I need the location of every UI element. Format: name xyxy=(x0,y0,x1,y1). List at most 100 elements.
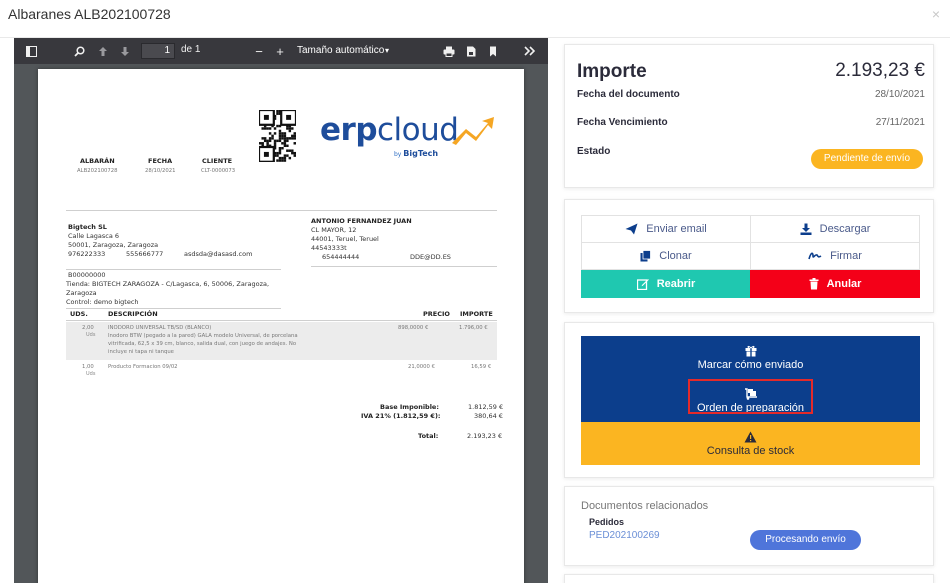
related-order-link[interactable]: PED202100269 xyxy=(589,530,660,541)
signature-icon xyxy=(808,252,822,260)
logo-cloud-text: cloud xyxy=(377,112,459,148)
line-importe: 1.796,00 € xyxy=(459,325,488,331)
next-card xyxy=(564,574,934,583)
arrow-down-icon[interactable] xyxy=(118,43,132,59)
emisor-city: 50001, Zaragoza, Zaragoza xyxy=(68,241,159,249)
sidebar-toggle-icon[interactable] xyxy=(24,43,38,59)
line-unit: Uds xyxy=(86,332,96,338)
trash-icon xyxy=(809,278,819,290)
logo-arrow-icon xyxy=(452,117,494,145)
cancel-button[interactable]: Anular xyxy=(750,270,920,298)
base-value: 1.812,59 € xyxy=(468,403,504,411)
cliente-nif: 44543333t xyxy=(311,244,347,252)
zoom-in-button[interactable]: + xyxy=(273,43,287,59)
related-group-label: Pedidos xyxy=(589,517,625,527)
related-docs-title: Documentos relacionados xyxy=(581,500,709,512)
cancel-label: Anular xyxy=(826,278,862,290)
fecha-documento-label: Fecha del documento xyxy=(577,89,680,100)
summary-card: Importe 2.193,23 € Fecha del documento 2… xyxy=(564,44,934,188)
logo-by-text: by xyxy=(394,151,402,158)
qr-code-icon xyxy=(259,110,296,162)
fecha-documento-value: 28/10/2021 xyxy=(874,89,925,100)
emisor-name: Bigtech SL xyxy=(68,223,107,231)
line-importe: 16,59 € xyxy=(471,364,492,370)
importe-total: 2.193,23 € xyxy=(835,60,925,81)
erpcloud-logo: erpcloud xyxy=(320,112,459,148)
close-icon[interactable]: × xyxy=(932,6,940,22)
lines-col-desc: DESCRIPCIÓN xyxy=(108,310,158,318)
logo-bigtech-text: BigTech xyxy=(403,149,439,158)
process-card: Marcar cómo enviado Orden de preparación… xyxy=(564,322,934,478)
doc-albaran-number: ALB202100728 xyxy=(77,168,118,174)
line-precio: 21,0000 € xyxy=(408,364,435,370)
paper-plane-icon xyxy=(625,223,638,235)
print-icon[interactable] xyxy=(442,43,456,59)
fecha-vencimiento-value: 27/11/2021 xyxy=(875,117,925,128)
save-icon[interactable] xyxy=(464,43,478,59)
lines-col-uds: UDS. xyxy=(70,310,88,318)
zoom-select-value: Tamaño automático xyxy=(297,45,385,56)
download-icon xyxy=(800,223,812,235)
download-label: Descargar xyxy=(819,223,871,235)
line-unit: Uds xyxy=(86,371,96,377)
cliente-street: CL MAYOR, 12 xyxy=(311,226,357,234)
emisor-tienda-city: Zaragoza xyxy=(66,289,97,297)
iva-label: IVA 21% (1.812,59 €): xyxy=(361,412,441,420)
search-icon[interactable] xyxy=(72,43,86,59)
divider xyxy=(66,210,497,211)
divider xyxy=(311,266,497,267)
double-chevron-right-icon[interactable] xyxy=(522,43,536,59)
modal-title: Albaranes ALB202100728 xyxy=(8,6,171,22)
zoom-out-button[interactable]: − xyxy=(252,43,266,59)
clone-label: Clonar xyxy=(659,250,692,262)
emisor-cif: B00000000 xyxy=(68,271,106,279)
download-button[interactable]: Descargar xyxy=(750,215,920,243)
fecha-vencimiento-label: Fecha Vencimiento xyxy=(577,117,668,128)
line-desc: incluye ni tapa ni tanque xyxy=(108,349,174,355)
doc-fecha: 28/10/2021 xyxy=(145,168,176,174)
iva-value: 380,64 € xyxy=(474,412,503,420)
mark-sent-button[interactable]: Marcar cómo enviado xyxy=(581,336,920,379)
page-count: de 1 xyxy=(181,44,201,55)
cliente-email: DDE@DD.ES xyxy=(410,253,451,261)
status-badge: Pendiente de envío xyxy=(811,149,923,169)
arrow-up-icon[interactable] xyxy=(96,43,110,59)
divider xyxy=(66,269,281,270)
related-docs-card: Documentos relacionados Pedidos PED20210… xyxy=(564,486,934,566)
emisor-street: Calle Lagasca 6 xyxy=(68,232,120,240)
stock-check-label: Consulta de stock xyxy=(706,444,795,457)
send-email-label: Enviar email xyxy=(646,223,707,235)
status-badge: Procesando envío xyxy=(750,530,861,550)
highlight-box xyxy=(688,379,813,414)
zoom-select[interactable]: Tamaño automático ▾ xyxy=(297,43,397,59)
divider xyxy=(66,308,281,309)
emisor-phone1: 976222333 xyxy=(68,250,106,258)
doc-col-albaran: ALBARÁN xyxy=(80,157,115,165)
stock-check-button[interactable]: Consulta de stock xyxy=(581,422,920,465)
divider xyxy=(66,320,497,321)
emisor-control: Control: demo bigtech xyxy=(66,298,139,306)
edit-icon xyxy=(636,279,649,290)
sign-button[interactable]: Firmar xyxy=(750,242,920,270)
bookmark-icon[interactable] xyxy=(486,43,500,59)
page-number-input[interactable]: 1 xyxy=(141,43,175,59)
mark-sent-label: Marcar cómo enviado xyxy=(697,358,804,371)
cliente-city: 44001, Teruel, Teruel xyxy=(311,235,379,243)
prep-order-button[interactable]: Orden de preparación xyxy=(581,379,920,422)
reopen-label: Reabrir xyxy=(656,278,696,290)
warning-icon xyxy=(744,431,757,442)
lines-col-precio: PRECIO xyxy=(423,310,450,318)
importe-title: Importe xyxy=(577,61,647,82)
clone-button[interactable]: Clonar xyxy=(581,242,751,270)
pdf-toolbar: 1 de 1 − + Tamaño automático ▾ xyxy=(14,38,548,64)
total-value: 2.193,23 € xyxy=(467,432,503,440)
chevron-down-icon: ▾ xyxy=(384,46,389,55)
send-email-button[interactable]: Enviar email xyxy=(581,215,751,243)
actions-card: Enviar email Descargar Clonar Firmar Rea… xyxy=(564,199,934,313)
pdf-page: ALBARÁN FECHA CLIENTE ALB202100728 28/10… xyxy=(38,69,524,583)
bigtech-logo: by BigTech xyxy=(394,149,438,158)
reopen-button[interactable]: Reabrir xyxy=(581,270,751,298)
gift-icon xyxy=(745,345,756,356)
lines-col-importe: IMPORTE xyxy=(460,310,493,318)
copy-icon xyxy=(640,250,652,262)
